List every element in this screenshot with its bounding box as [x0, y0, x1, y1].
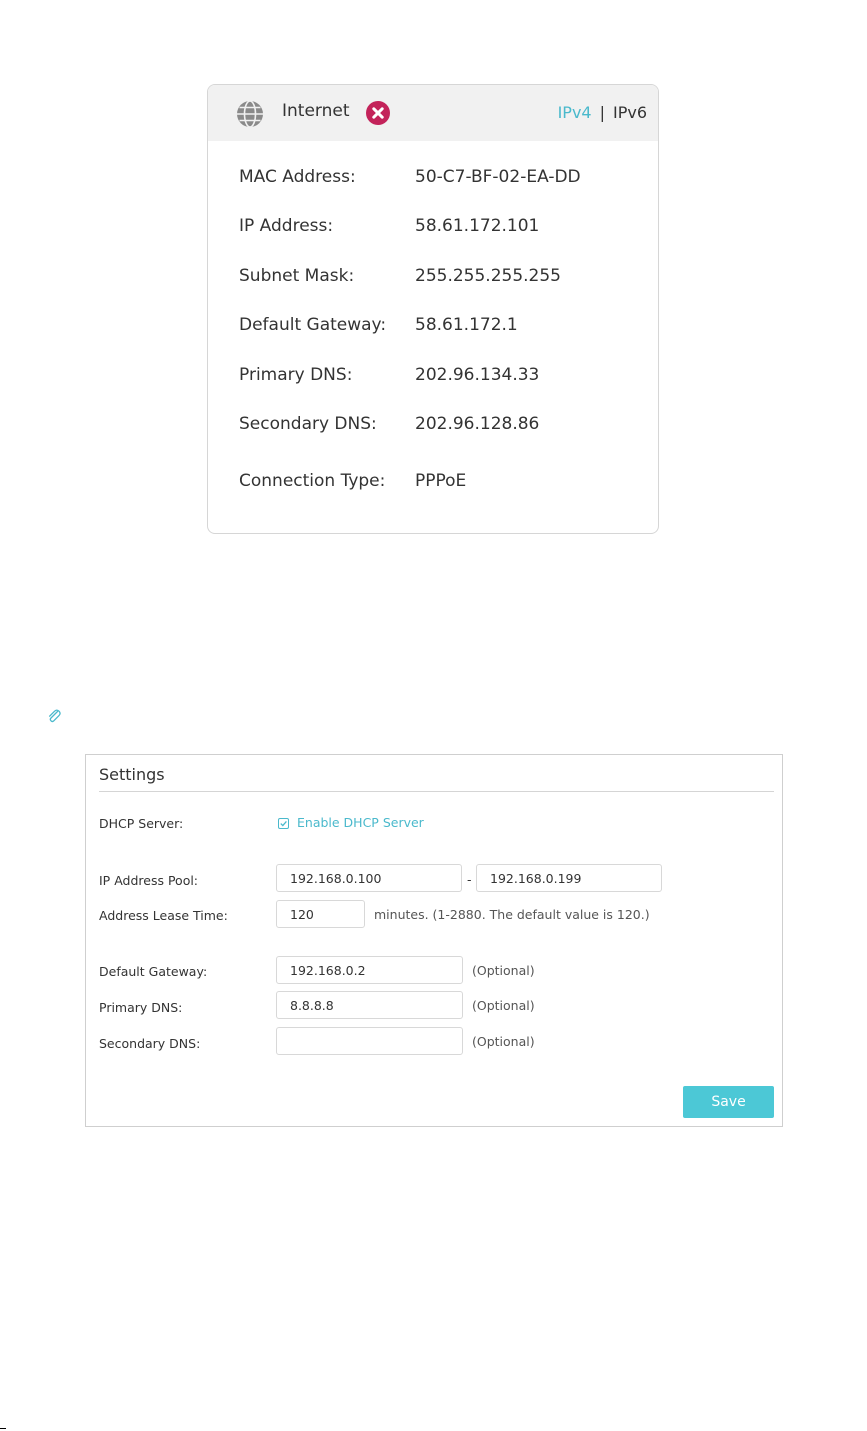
info-label: Secondary DNS:: [239, 414, 377, 434]
optional-hint: (Optional): [472, 963, 535, 978]
paperclip-icon: [48, 709, 61, 723]
secondary-dns-label: Secondary DNS:: [99, 1036, 201, 1051]
lease-time-hint: minutes. (1-2880. The default value is 1…: [374, 907, 650, 922]
enable-dhcp-checkbox[interactable]: [278, 818, 289, 829]
dhcp-settings-panel: Settings DHCP Server: Enable DHCP Server…: [85, 754, 783, 1127]
info-label: Connection Type:: [239, 471, 386, 491]
ip-pool-end-input[interactable]: [476, 864, 662, 892]
info-value: 58.61.172.1: [415, 315, 518, 335]
info-value: 202.96.128.86: [415, 414, 540, 434]
lease-time-input[interactable]: [276, 900, 365, 928]
checkmark-icon: [280, 820, 287, 827]
globe-icon: [237, 100, 263, 128]
ip-pool-start-input[interactable]: [276, 864, 462, 892]
info-label: MAC Address:: [239, 167, 356, 187]
optional-hint: (Optional): [472, 1034, 535, 1049]
ip-version-switch: IPv4 | IPv6: [558, 103, 647, 122]
info-label: Primary DNS:: [239, 365, 353, 385]
internet-status-card: Internet IPv4 | IPv6 MAC Address: 50-C7-BF…: [207, 84, 659, 534]
default-gateway-label: Default Gateway:: [99, 964, 208, 979]
dhcp-server-label: DHCP Server:: [99, 816, 184, 831]
primary-dns-input[interactable]: [276, 991, 463, 1019]
lease-time-label: Address Lease Time:: [99, 908, 228, 923]
default-gateway-input[interactable]: [276, 956, 463, 984]
ip-pool-label: IP Address Pool:: [99, 873, 199, 888]
info-value: 50-C7-BF-02-EA-DD: [415, 167, 581, 187]
secondary-dns-input[interactable]: [276, 1027, 463, 1055]
tab-ipv4[interactable]: IPv4: [558, 103, 592, 122]
save-button[interactable]: Save: [683, 1086, 774, 1118]
info-value: 202.96.134.33: [415, 365, 540, 385]
page-edge-mark: [0, 1428, 6, 1429]
divider: [99, 791, 774, 792]
enable-dhcp-label[interactable]: Enable DHCP Server: [297, 815, 424, 830]
info-label: Default Gateway:: [239, 315, 387, 335]
tab-separator: |: [599, 103, 605, 122]
info-value: 255.255.255.255: [415, 266, 562, 286]
tab-ipv6[interactable]: IPv6: [613, 103, 647, 122]
ip-pool-dash: -: [467, 872, 472, 887]
internet-title: Internet: [282, 101, 350, 121]
info-value: 58.61.172.101: [415, 216, 540, 236]
settings-title: Settings: [99, 765, 165, 784]
optional-hint: (Optional): [472, 998, 535, 1013]
info-label: Subnet Mask:: [239, 266, 355, 286]
error-icon: [366, 101, 390, 125]
internet-card-header: Internet IPv4 | IPv6: [208, 85, 658, 141]
info-value: PPPoE: [415, 471, 467, 491]
primary-dns-label: Primary DNS:: [99, 1000, 183, 1015]
info-label: IP Address:: [239, 216, 334, 236]
